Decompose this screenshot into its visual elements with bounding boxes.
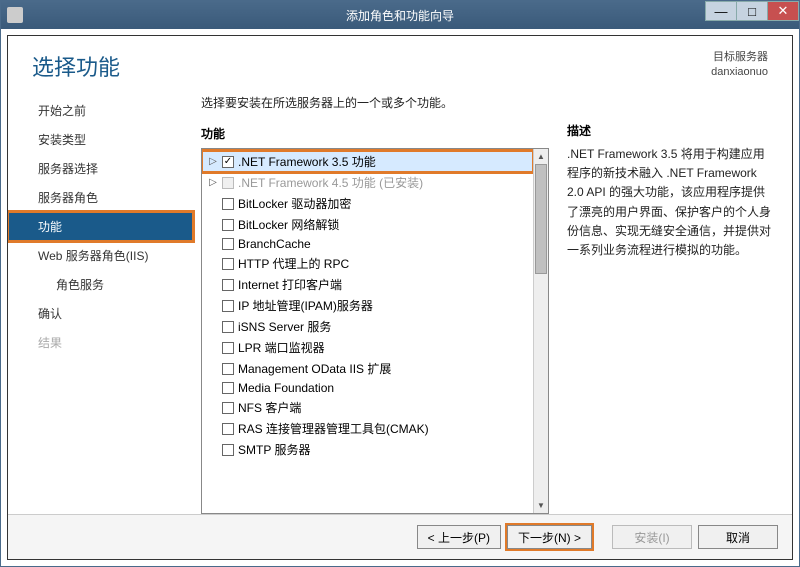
feature-checkbox[interactable] bbox=[222, 219, 234, 231]
wizard-window: 添加角色和功能向导 — □ ✕ 选择功能 目标服务器 danxiaonuo 开始… bbox=[0, 0, 800, 567]
feature-checkbox[interactable] bbox=[222, 198, 234, 210]
feature-checkbox[interactable] bbox=[222, 300, 234, 312]
feature-row[interactable]: ▷ .NET Framework 4.5 功能 (已安装) bbox=[202, 172, 533, 193]
cancel-button[interactable]: 取消 bbox=[698, 525, 778, 549]
feature-row[interactable]: BitLocker 网络解锁 bbox=[202, 214, 533, 235]
features-column: 选择要安装在所选服务器上的一个或多个功能。 功能 ▷ .NET Framework… bbox=[201, 92, 549, 514]
feature-row[interactable]: IP 地址管理(IPAM)服务器 bbox=[202, 295, 533, 316]
feature-row[interactable]: RAS 连接管理器管理工具包(CMAK) bbox=[202, 418, 533, 439]
feature-label: BitLocker 驱动器加密 bbox=[238, 195, 351, 212]
sidebar-item-confirm[interactable]: 确认 bbox=[8, 299, 193, 328]
next-button[interactable]: 下一步(N) > bbox=[507, 525, 592, 549]
feature-label: BitLocker 网络解锁 bbox=[238, 216, 339, 233]
feature-checkbox[interactable] bbox=[222, 363, 234, 375]
sidebar-item-features[interactable]: 功能 bbox=[8, 212, 193, 241]
window-controls: — □ ✕ bbox=[706, 1, 799, 23]
feature-row[interactable]: NFS 客户端 bbox=[202, 397, 533, 418]
feature-checkbox[interactable] bbox=[222, 342, 234, 354]
feature-row[interactable]: BitLocker 驱动器加密 bbox=[202, 193, 533, 214]
feature-checkbox[interactable] bbox=[222, 444, 234, 456]
feature-label: NFS 客户端 bbox=[238, 399, 301, 416]
feature-checkbox[interactable] bbox=[222, 382, 234, 394]
feature-checkbox[interactable] bbox=[222, 279, 234, 291]
feature-label: HTTP 代理上的 RPC bbox=[238, 255, 349, 272]
scroll-down-icon[interactable]: ▼ bbox=[534, 498, 548, 513]
features-tree-container: ▷ .NET Framework 3.5 功能 ▷ .NET Framework 4.… bbox=[201, 148, 549, 514]
prev-button[interactable]: < 上一步(P) bbox=[417, 525, 501, 549]
target-server-block: 目标服务器 danxiaonuo bbox=[711, 50, 768, 81]
feature-label: .NET Framework 4.5 功能 (已安装) bbox=[238, 174, 423, 191]
features-tree[interactable]: ▷ .NET Framework 3.5 功能 ▷ .NET Framework 4.… bbox=[202, 149, 533, 513]
wizard-header: 选择功能 目标服务器 danxiaonuo bbox=[8, 36, 792, 92]
feature-row[interactable]: Management OData IIS 扩展 bbox=[202, 358, 533, 379]
feature-label: Internet 打印客户端 bbox=[238, 276, 342, 293]
feature-label: IP 地址管理(IPAM)服务器 bbox=[238, 297, 373, 314]
feature-row[interactable]: Media Foundation bbox=[202, 379, 533, 397]
close-button[interactable]: ✕ bbox=[767, 1, 799, 21]
feature-checkbox bbox=[222, 177, 234, 189]
feature-checkbox[interactable] bbox=[222, 423, 234, 435]
feature-checkbox[interactable] bbox=[222, 321, 234, 333]
install-button: 安装(I) bbox=[612, 525, 692, 549]
feature-row[interactable]: SMTP 服务器 bbox=[202, 439, 533, 460]
window-title: 添加角色和功能向导 bbox=[346, 7, 454, 24]
feature-checkbox[interactable] bbox=[222, 156, 234, 168]
wizard-body: 选择功能 目标服务器 danxiaonuo 开始之前 安装类型 服务器选择 服务… bbox=[7, 35, 793, 560]
feature-row[interactable]: LPR 端口监视器 bbox=[202, 337, 533, 358]
target-server-name: danxiaonuo bbox=[711, 65, 768, 80]
description-column: 描述 .NET Framework 3.5 将用于构建应用程序的新技术融入 .N… bbox=[567, 92, 772, 514]
sidebar-item-server-roles[interactable]: 服务器角色 bbox=[8, 183, 193, 212]
sidebar-item-server-selection[interactable]: 服务器选择 bbox=[8, 154, 193, 183]
feature-checkbox[interactable] bbox=[222, 238, 234, 250]
feature-label: SMTP 服务器 bbox=[238, 441, 310, 458]
feature-label: Media Foundation bbox=[238, 381, 334, 395]
description-label: 描述 bbox=[567, 122, 772, 139]
feature-row[interactable]: ▷ .NET Framework 3.5 功能 bbox=[202, 151, 533, 172]
tree-scrollbar[interactable]: ▲ ▼ bbox=[533, 149, 548, 513]
titlebar: 添加角色和功能向导 — □ ✕ bbox=[1, 1, 799, 29]
maximize-button[interactable]: □ bbox=[736, 1, 768, 21]
wizard-footer: < 上一步(P) 下一步(N) > 安装(I) 取消 bbox=[8, 514, 792, 559]
feature-label: BranchCache bbox=[238, 237, 311, 251]
sidebar-item-iis-role[interactable]: Web 服务器角色(IIS) bbox=[8, 241, 193, 270]
description-text: .NET Framework 3.5 将用于构建应用程序的新技术融入 .NET … bbox=[567, 145, 772, 260]
feature-checkbox[interactable] bbox=[222, 402, 234, 414]
sidebar-item-results: 结果 bbox=[8, 328, 193, 357]
feature-label: RAS 连接管理器管理工具包(CMAK) bbox=[238, 420, 429, 437]
feature-label: LPR 端口监视器 bbox=[238, 339, 325, 356]
sidebar-item-role-services[interactable]: 角色服务 bbox=[8, 270, 193, 299]
sidebar-item-before-begin[interactable]: 开始之前 bbox=[8, 96, 193, 125]
feature-row[interactable]: HTTP 代理上的 RPC bbox=[202, 253, 533, 274]
feature-row[interactable]: BranchCache bbox=[202, 235, 533, 253]
wizard-content: 开始之前 安装类型 服务器选择 服务器角色 功能 Web 服务器角色(IIS) … bbox=[8, 92, 792, 514]
feature-row[interactable]: Internet 打印客户端 bbox=[202, 274, 533, 295]
scroll-up-icon[interactable]: ▲ bbox=[534, 149, 548, 164]
feature-label: Management OData IIS 扩展 bbox=[238, 360, 391, 377]
app-icon bbox=[7, 7, 23, 23]
feature-label: .NET Framework 3.5 功能 bbox=[238, 153, 376, 170]
minimize-button[interactable]: — bbox=[705, 1, 737, 21]
instruction-text: 选择要安装在所选服务器上的一个或多个功能。 bbox=[201, 92, 549, 125]
feature-checkbox[interactable] bbox=[222, 258, 234, 270]
target-server-label: 目标服务器 bbox=[711, 50, 768, 65]
expand-icon[interactable]: ▷ bbox=[208, 156, 218, 167]
page-title: 选择功能 bbox=[32, 50, 120, 82]
feature-row[interactable]: iSNS Server 服务 bbox=[202, 316, 533, 337]
scroll-thumb[interactable] bbox=[535, 164, 547, 274]
sidebar-item-install-type[interactable]: 安装类型 bbox=[8, 125, 193, 154]
features-label: 功能 bbox=[201, 125, 549, 142]
expand-icon[interactable]: ▷ bbox=[208, 177, 218, 188]
feature-label: iSNS Server 服务 bbox=[238, 318, 331, 335]
content-area: 选择要安装在所选服务器上的一个或多个功能。 功能 ▷ .NET Framework… bbox=[193, 92, 792, 514]
wizard-sidebar: 开始之前 安装类型 服务器选择 服务器角色 功能 Web 服务器角色(IIS) … bbox=[8, 92, 193, 514]
